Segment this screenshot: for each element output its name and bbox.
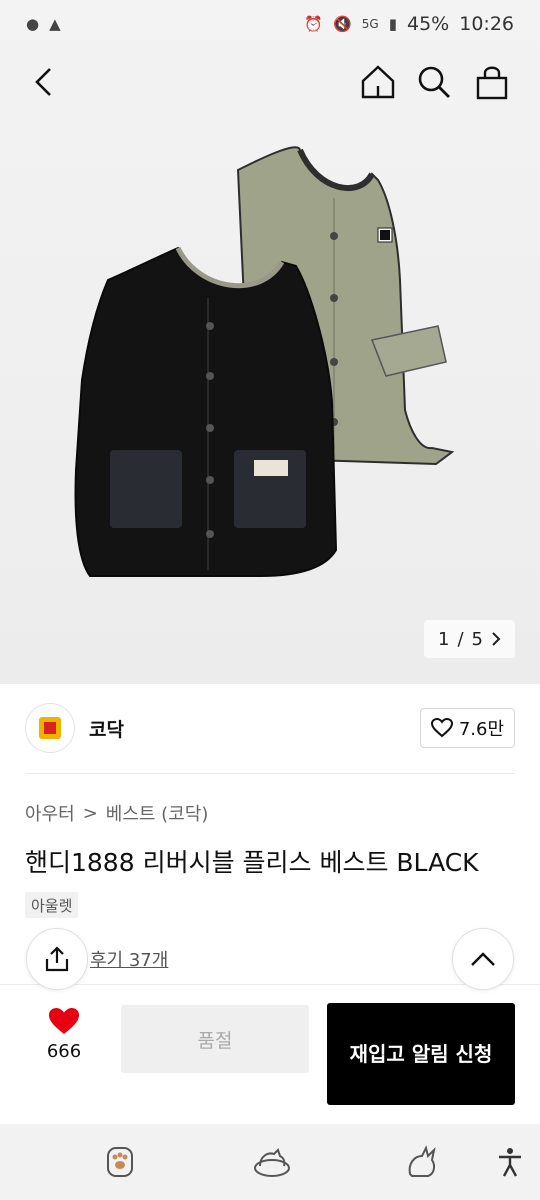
signal-icon: ▮ <box>388 15 397 33</box>
breadcrumb-subcategory[interactable]: 베스트 (코닥) <box>106 800 209 826</box>
pill-icon: ● <box>26 15 40 33</box>
pager-separator: / <box>457 628 464 650</box>
home-icon <box>361 65 395 99</box>
breadcrumb-category[interactable]: 아우터 <box>25 800 75 826</box>
network-badge: 5G <box>361 17 379 31</box>
divider <box>25 773 515 774</box>
wish-count: 666 <box>46 1041 82 1062</box>
brand-name[interactable]: 코닥 <box>89 715 124 742</box>
status-bar: ● ▲ ⏰ 🔇 5G ▮ 45% 10:26 <box>0 0 540 48</box>
brand-like-button[interactable]: 7.6만 <box>419 708 515 748</box>
brand-logo[interactable] <box>25 703 75 753</box>
chevron-up-icon <box>471 952 495 966</box>
purchase-action-bar: 666 품절 재입고 알림 신청 <box>0 984 540 1124</box>
breadcrumb: 아우터 > 베스트 (코닥) <box>25 800 208 826</box>
scroll-top-button[interactable] <box>452 928 514 990</box>
soldout-button: 품절 <box>121 1005 309 1073</box>
bottom-nav-cat[interactable] <box>400 1140 444 1184</box>
top-nav <box>0 52 540 112</box>
bag-icon <box>476 66 508 100</box>
share-icon <box>45 946 69 972</box>
breadcrumb-separator: > <box>82 802 98 824</box>
chevron-left-icon <box>35 68 51 96</box>
heart-outline-icon <box>430 718 453 738</box>
cart-button[interactable] <box>472 62 512 102</box>
battery-text: 45% <box>407 13 450 35</box>
share-button[interactable] <box>26 928 88 990</box>
review-link[interactable]: 후기 37개 <box>90 946 168 972</box>
wish-button[interactable]: 666 <box>30 1007 98 1062</box>
paw-icon <box>107 1147 133 1177</box>
brand-row: 코닥 7.6만 <box>25 700 515 756</box>
search-button[interactable] <box>414 62 454 102</box>
cat-bed-icon <box>254 1148 290 1177</box>
brand-like-count: 7.6만 <box>458 719 504 740</box>
product-title: 핸디1888 리버시블 플리스 베스트 BLACK <box>25 848 479 877</box>
bottom-nav-paw[interactable] <box>98 1140 142 1184</box>
search-icon <box>418 66 450 98</box>
chevron-right-icon <box>492 632 501 646</box>
kodak-logo-icon <box>39 717 61 739</box>
clock: 10:26 <box>459 13 514 35</box>
heart-filled-icon <box>49 1008 79 1034</box>
bottom-nav-cat-bed[interactable] <box>250 1140 294 1184</box>
status-right: ⏰ 🔇 5G ▮ 45% 10:26 <box>304 13 514 35</box>
product-image <box>74 146 455 577</box>
gallery-pager[interactable]: 1 / 5 <box>424 620 515 658</box>
pager-total: 5 <box>471 628 483 650</box>
cat-icon <box>408 1145 436 1177</box>
back-button[interactable] <box>24 62 64 102</box>
mute-icon: 🔇 <box>333 15 352 33</box>
accessibility-icon <box>499 1148 521 1177</box>
restock-alert-button[interactable]: 재입고 알림 신청 <box>327 1003 515 1105</box>
app-icon: ▲ <box>49 15 61 33</box>
bottom-nav <box>0 1124 540 1200</box>
pager-current: 1 <box>438 628 450 650</box>
home-button[interactable] <box>358 62 398 102</box>
alarm-icon: ⏰ <box>304 15 324 33</box>
status-left: ● ▲ <box>26 15 61 33</box>
outlet-tag: 아울렛 <box>25 892 79 918</box>
bottom-nav-accessibility[interactable] <box>488 1140 532 1184</box>
